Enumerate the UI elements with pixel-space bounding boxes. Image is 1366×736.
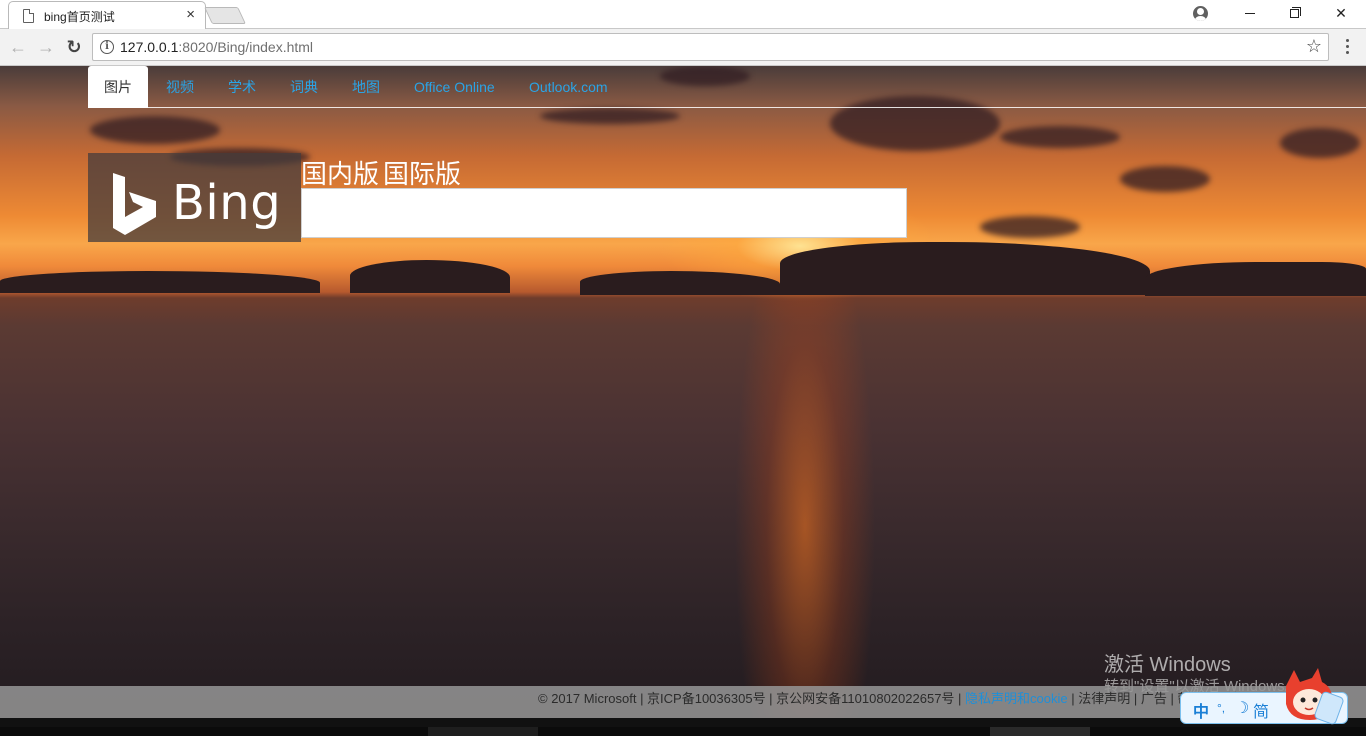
forward-icon[interactable]: → xyxy=(34,35,58,59)
island xyxy=(780,242,1150,295)
windows-taskbar xyxy=(0,727,1366,736)
footer-copyright: © 2017 Microsoft | 京ICP备10036305号 | 京公网安… xyxy=(538,691,966,706)
bing-logo[interactable]: Bing xyxy=(88,153,301,242)
ime-script-toggle[interactable]: 简 xyxy=(1253,698,1269,722)
edition-international-link[interactable]: 国际版 xyxy=(383,154,461,191)
url-path: :8020/Bing/index.html xyxy=(178,39,314,55)
ime-mode-toggle[interactable]: 中 xyxy=(1193,698,1209,722)
ime-punct-toggle[interactable]: °, xyxy=(1217,701,1225,715)
footer-text: © 2017 Microsoft | 京ICP备10036305号 | 京公网安… xyxy=(538,688,1240,707)
bing-b-icon xyxy=(113,173,156,235)
cloud xyxy=(980,216,1080,238)
footer: © 2017 Microsoft | 京ICP备10036305号 | 京公网安… xyxy=(0,686,1366,718)
address-bar[interactable]: i 127.0.0.1:8020/Bing/index.html ☆ xyxy=(92,33,1329,61)
back-icon[interactable]: ← xyxy=(6,35,30,59)
tab-title: bing首页测试 xyxy=(44,10,115,24)
island xyxy=(0,271,320,293)
search-input[interactable] xyxy=(301,188,907,238)
ime-mascot-icon[interactable] xyxy=(1278,664,1344,726)
bookmark-star-icon[interactable]: ☆ xyxy=(1306,36,1322,57)
browser-toolbar: ← → ↻ i 127.0.0.1:8020/Bing/index.html ☆ xyxy=(0,29,1366,66)
tab-close-icon[interactable]: × xyxy=(186,7,195,23)
tab-maps[interactable]: 地图 xyxy=(352,66,380,108)
privacy-link[interactable]: 隐私声明和cookie xyxy=(965,691,1068,706)
new-tab-button[interactable] xyxy=(204,7,246,24)
logo-wordmark: Bing xyxy=(172,175,282,231)
bing-homepage: 图片 视频 学术 词典 地图 Office Online Outlook.com… xyxy=(0,66,1366,718)
top-nav: 图片 视频 学术 词典 地图 Office Online Outlook.com xyxy=(88,66,1366,108)
page-icon xyxy=(23,9,34,23)
reload-icon[interactable]: ↻ xyxy=(62,35,86,59)
url-host: 127.0.0.1 xyxy=(120,39,179,55)
tab-academic[interactable]: 学术 xyxy=(228,66,256,108)
island xyxy=(350,260,510,293)
island xyxy=(580,271,780,295)
activation-watermark-title: 激活 Windows xyxy=(1104,654,1231,676)
taskbar-button[interactable] xyxy=(428,727,538,736)
browser-tab[interactable]: bing首页测试 × xyxy=(8,1,206,29)
browser-tabstrip: bing首页测试 × ✕ xyxy=(0,0,1366,29)
cloud xyxy=(90,116,220,144)
ime-width-toggle[interactable]: ☽ xyxy=(1235,698,1249,718)
window-close-icon[interactable]: ✕ xyxy=(1318,0,1364,28)
minimize-icon[interactable] xyxy=(1245,13,1255,14)
island xyxy=(1145,262,1366,296)
info-icon[interactable]: i xyxy=(100,40,114,54)
edition-domestic-link[interactable]: 国内版 xyxy=(301,154,379,191)
restore-icon[interactable] xyxy=(1290,9,1299,18)
tab-images[interactable]: 图片 xyxy=(88,66,148,108)
browser-menu-icon[interactable] xyxy=(1341,38,1353,56)
tab-videos[interactable]: 视频 xyxy=(166,66,194,108)
cloud xyxy=(540,108,680,124)
cloud xyxy=(1000,126,1120,148)
cloud xyxy=(1120,166,1210,192)
url-text[interactable]: 127.0.0.1:8020/Bing/index.html xyxy=(120,39,313,55)
taskbar-button[interactable] xyxy=(990,727,1090,736)
tab-office-online[interactable]: Office Online xyxy=(414,66,495,108)
tab-dictionary[interactable]: 词典 xyxy=(290,66,318,108)
cloud xyxy=(1280,128,1360,158)
tab-outlook[interactable]: Outlook.com xyxy=(529,66,608,108)
profile-icon[interactable] xyxy=(1193,6,1208,21)
